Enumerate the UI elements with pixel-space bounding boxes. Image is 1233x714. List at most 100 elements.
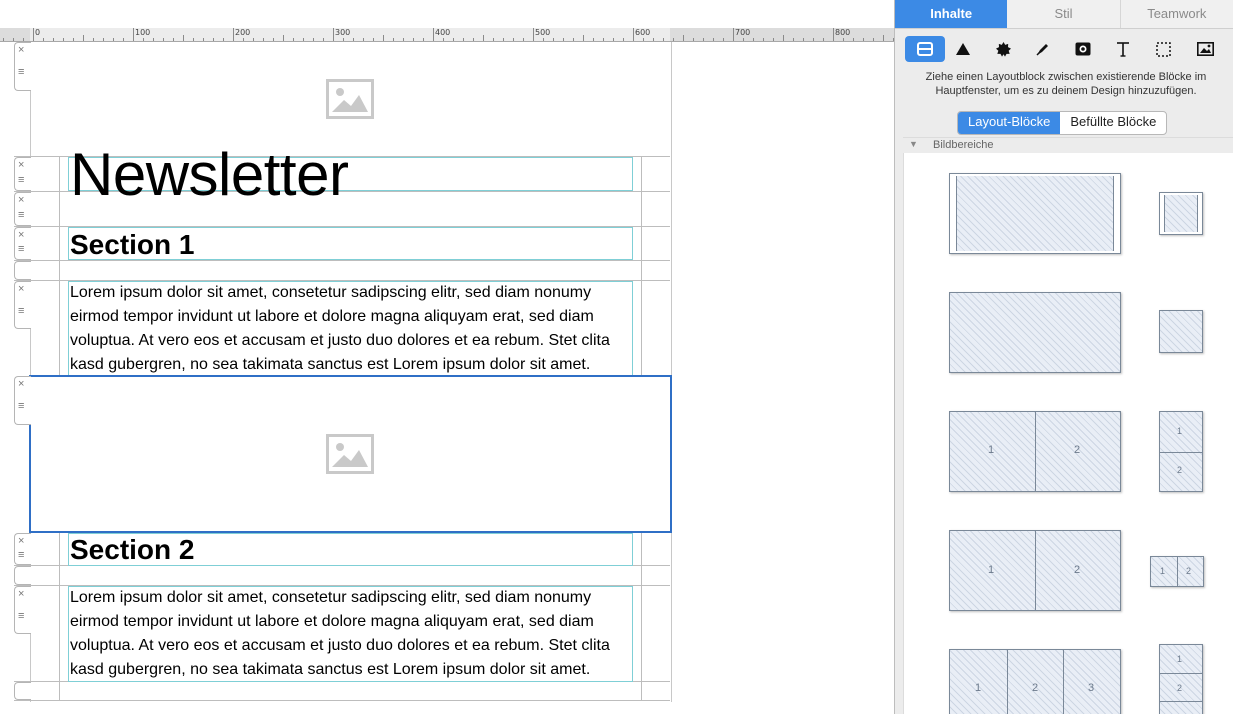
ruler-tick (583, 35, 584, 41)
picture-icon[interactable] (1185, 36, 1225, 62)
column-guide (59, 156, 60, 376)
ruler-tick (183, 35, 184, 41)
ruler-tick (643, 38, 644, 41)
ruler-tick (383, 35, 384, 41)
section-1-heading[interactable]: Section 1 (70, 228, 194, 262)
ruler-tick (373, 38, 374, 41)
block-handle[interactable]: × ≡ (14, 533, 31, 565)
image-placeholder-icon[interactable] (326, 79, 374, 119)
ruler-tick (813, 38, 814, 41)
drag-handle-icon[interactable]: ≡ (18, 401, 24, 412)
ruler-tick (153, 38, 154, 41)
ruler-tick (763, 38, 764, 41)
segment-befuellte-bloecke[interactable]: Befüllte Blöcke (1060, 112, 1166, 134)
column-guide (641, 156, 642, 376)
close-icon[interactable]: × (18, 378, 24, 390)
ruler-tick (603, 38, 604, 41)
layout-block-thumbnail[interactable]: 1 2 3 (949, 649, 1121, 714)
ruler-tick (533, 28, 534, 41)
drag-handle-icon[interactable]: ≡ (18, 175, 24, 186)
layout-block-thumbnail[interactable]: 1 2 (949, 530, 1121, 611)
media-icon[interactable] (1063, 36, 1103, 62)
drag-handle-icon[interactable]: ≡ (18, 611, 24, 622)
badge-icon[interactable] (983, 36, 1023, 62)
ruler-tick (443, 38, 444, 41)
ruler-tick (633, 28, 634, 41)
close-icon[interactable]: × (18, 194, 24, 206)
triangle-icon[interactable] (943, 36, 983, 62)
ruler-tick (13, 38, 14, 41)
ruler-label: 400 (435, 28, 451, 37)
text-icon[interactable] (1103, 36, 1143, 62)
ruler-label: 600 (635, 28, 651, 37)
close-icon[interactable]: × (18, 588, 24, 600)
drag-handle-icon[interactable]: ≡ (18, 244, 24, 255)
block-handle[interactable]: × ≡ (14, 376, 31, 425)
section-2-heading[interactable]: Section 2 (70, 533, 194, 567)
layout-block-thumbnail[interactable]: 1 2 (1159, 411, 1203, 492)
layout-block-thumbnail[interactable] (1159, 192, 1203, 235)
section-2-body[interactable]: Lorem ipsum dolor sit amet, consetetur s… (70, 586, 626, 682)
drag-handle-icon[interactable]: ≡ (18, 306, 24, 317)
ruler-tick (73, 38, 74, 41)
ruler-tick (523, 38, 524, 41)
ruler-tick (553, 38, 554, 41)
ruler-tick (23, 38, 24, 41)
editor-canvas: 0 100 200 300 400 500 600 700 800 Newsletter Sec… (0, 0, 894, 714)
drag-handle-icon[interactable]: ≡ (18, 210, 24, 221)
close-icon[interactable]: × (18, 535, 24, 547)
spacer-block-handle[interactable] (14, 566, 31, 585)
pen-icon[interactable] (1023, 36, 1063, 62)
ruler-tick (853, 38, 854, 41)
block-handle[interactable]: × ≡ (14, 157, 31, 191)
ruler-tick (693, 38, 694, 41)
selection-frame-icon[interactable] (1143, 36, 1183, 62)
close-icon[interactable]: × (18, 159, 24, 171)
block-handle[interactable]: × ≡ (14, 227, 31, 260)
close-icon[interactable]: × (18, 44, 24, 56)
segment-layout-bloecke[interactable]: Layout-Blöcke (958, 112, 1061, 134)
inspector-tabs: Inhalte Stil Teamwork (895, 0, 1233, 29)
ruler-tick (293, 38, 294, 41)
ruler-tick (263, 38, 264, 41)
section-1-body[interactable]: Lorem ipsum dolor sit amet, consetetur s… (70, 281, 626, 377)
tab-teamwork[interactable]: Teamwork (1121, 0, 1233, 28)
page-title[interactable]: Newsletter (70, 140, 349, 210)
layout-block-thumbnail[interactable] (1159, 310, 1203, 353)
block-handle[interactable]: × ≡ (14, 192, 31, 226)
ruler-tick (653, 38, 654, 41)
ruler-tick (143, 38, 144, 41)
close-icon[interactable]: × (18, 283, 24, 295)
close-icon[interactable]: × (18, 229, 24, 241)
block-handle[interactable]: × ≡ (14, 586, 31, 634)
drag-handle-icon[interactable]: ≡ (18, 550, 24, 561)
layout-block-icon[interactable] (905, 36, 945, 62)
layout-block-thumbnail[interactable] (949, 292, 1121, 373)
image-placeholder-icon[interactable] (326, 434, 374, 474)
ruler-tick (433, 28, 434, 41)
ruler-tick (843, 38, 844, 41)
layout-block-thumbnail[interactable]: 1 2 (1150, 556, 1204, 587)
bildbereiche-section-header[interactable]: ▼ Bildbereiche (903, 137, 1233, 154)
disclosure-triangle-icon[interactable]: ▼ (909, 139, 918, 149)
ruler-tick (733, 28, 734, 41)
drag-handle-icon[interactable]: ≡ (18, 67, 24, 78)
spacer-block-handle[interactable] (14, 682, 31, 700)
ruler-tick (613, 38, 614, 41)
ruler-tick (483, 35, 484, 41)
tab-stil[interactable]: Stil (1007, 0, 1121, 28)
layout-block-thumbnail[interactable]: 1 2 (949, 411, 1121, 492)
ruler-tick (213, 38, 214, 41)
ruler-tick (343, 38, 344, 41)
ruler-tick (873, 38, 874, 41)
ruler-tick (663, 38, 664, 41)
layout-block-thumbnail[interactable]: 1 2 (1159, 644, 1203, 714)
block-handle[interactable]: × ≡ (14, 42, 31, 91)
ruler-tick (773, 38, 774, 41)
content-toolbar (903, 36, 1230, 62)
ruler-tick (863, 38, 864, 41)
tab-inhalte[interactable]: Inhalte (895, 0, 1008, 28)
spacer-block-handle[interactable] (14, 261, 31, 280)
block-handle[interactable]: × ≡ (14, 281, 31, 329)
layout-block-thumbnail[interactable] (949, 173, 1121, 254)
